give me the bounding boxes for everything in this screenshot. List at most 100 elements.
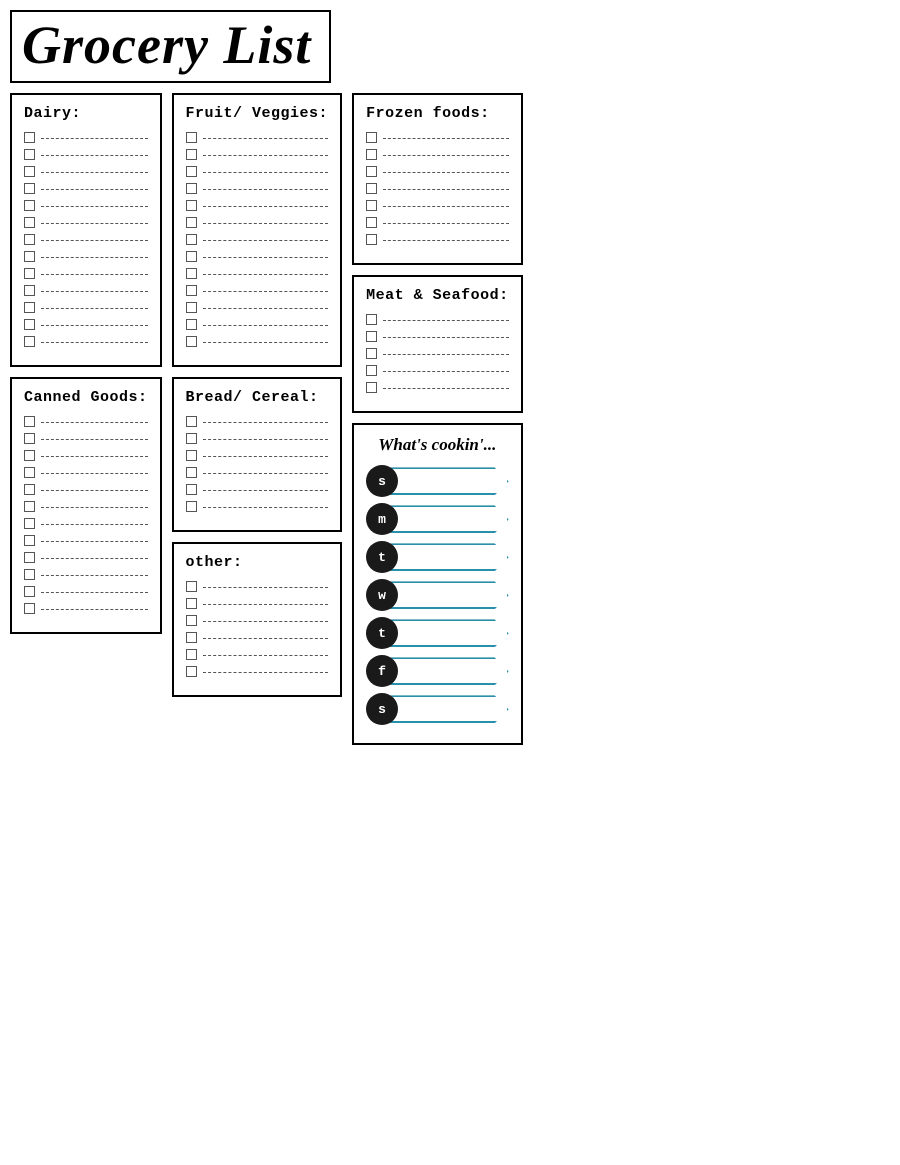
checkbox[interactable]	[186, 615, 197, 626]
checkbox[interactable]	[186, 467, 197, 478]
checkbox[interactable]	[24, 234, 35, 245]
checkbox[interactable]	[186, 632, 197, 643]
checkbox[interactable]	[186, 416, 197, 427]
checkbox[interactable]	[186, 484, 197, 495]
list-item[interactable]	[186, 251, 329, 262]
list-item[interactable]	[186, 319, 329, 330]
checkbox[interactable]	[186, 598, 197, 609]
checkbox[interactable]	[24, 552, 35, 563]
day-row[interactable]: f	[366, 655, 509, 687]
list-item[interactable]	[186, 302, 329, 313]
checkbox[interactable]	[186, 581, 197, 592]
list-item[interactable]	[24, 501, 148, 512]
checkbox[interactable]	[186, 217, 197, 228]
list-item[interactable]	[186, 649, 329, 660]
day-row[interactable]: t	[366, 617, 509, 649]
checkbox[interactable]	[24, 251, 35, 262]
list-item[interactable]	[186, 666, 329, 677]
list-item[interactable]	[366, 200, 509, 211]
checkbox[interactable]	[24, 535, 35, 546]
checkbox[interactable]	[186, 268, 197, 279]
checkbox[interactable]	[24, 416, 35, 427]
list-item[interactable]	[24, 569, 148, 580]
checkbox[interactable]	[186, 200, 197, 211]
checkbox[interactable]	[186, 666, 197, 677]
checkbox[interactable]	[24, 433, 35, 444]
day-row[interactable]: t	[366, 541, 509, 573]
list-item[interactable]	[186, 467, 329, 478]
checkbox[interactable]	[24, 268, 35, 279]
checkbox[interactable]	[24, 501, 35, 512]
checkbox[interactable]	[24, 302, 35, 313]
list-item[interactable]	[24, 132, 148, 143]
list-item[interactable]	[186, 285, 329, 296]
checkbox[interactable]	[186, 336, 197, 347]
checkbox[interactable]	[366, 132, 377, 143]
checkbox[interactable]	[24, 467, 35, 478]
list-item[interactable]	[366, 331, 509, 342]
list-item[interactable]	[24, 302, 148, 313]
list-item[interactable]	[24, 268, 148, 279]
checkbox[interactable]	[186, 183, 197, 194]
list-item[interactable]	[24, 433, 148, 444]
checkbox[interactable]	[366, 382, 377, 393]
checkbox[interactable]	[24, 518, 35, 529]
list-item[interactable]	[186, 501, 329, 512]
list-item[interactable]	[24, 200, 148, 211]
checkbox[interactable]	[186, 450, 197, 461]
checkbox[interactable]	[24, 336, 35, 347]
checkbox[interactable]	[366, 365, 377, 376]
checkbox[interactable]	[186, 234, 197, 245]
list-item[interactable]	[186, 433, 329, 444]
checkbox[interactable]	[24, 217, 35, 228]
list-item[interactable]	[24, 416, 148, 427]
checkbox[interactable]	[366, 200, 377, 211]
checkbox[interactable]	[24, 603, 35, 614]
checkbox[interactable]	[24, 484, 35, 495]
checkbox[interactable]	[366, 331, 377, 342]
list-item[interactable]	[24, 450, 148, 461]
list-item[interactable]	[366, 348, 509, 359]
checkbox[interactable]	[24, 319, 35, 330]
list-item[interactable]	[366, 149, 509, 160]
list-item[interactable]	[186, 615, 329, 626]
checkbox[interactable]	[186, 649, 197, 660]
list-item[interactable]	[186, 217, 329, 228]
list-item[interactable]	[366, 382, 509, 393]
list-item[interactable]	[186, 581, 329, 592]
list-item[interactable]	[24, 484, 148, 495]
list-item[interactable]	[24, 285, 148, 296]
checkbox[interactable]	[366, 217, 377, 228]
list-item[interactable]	[186, 234, 329, 245]
list-item[interactable]	[186, 416, 329, 427]
list-item[interactable]	[24, 251, 148, 262]
checkbox[interactable]	[186, 285, 197, 296]
day-row[interactable]: m	[366, 503, 509, 535]
list-item[interactable]	[186, 336, 329, 347]
list-item[interactable]	[186, 598, 329, 609]
checkbox[interactable]	[186, 501, 197, 512]
list-item[interactable]	[24, 166, 148, 177]
checkbox[interactable]	[24, 166, 35, 177]
day-row[interactable]: s	[366, 693, 509, 725]
list-item[interactable]	[366, 166, 509, 177]
checkbox[interactable]	[186, 433, 197, 444]
list-item[interactable]	[24, 217, 148, 228]
list-item[interactable]	[186, 132, 329, 143]
checkbox[interactable]	[24, 569, 35, 580]
checkbox[interactable]	[366, 314, 377, 325]
checkbox[interactable]	[24, 285, 35, 296]
list-item[interactable]	[186, 484, 329, 495]
checkbox[interactable]	[24, 183, 35, 194]
list-item[interactable]	[24, 149, 148, 160]
list-item[interactable]	[186, 183, 329, 194]
list-item[interactable]	[24, 183, 148, 194]
list-item[interactable]	[24, 319, 148, 330]
list-item[interactable]	[366, 234, 509, 245]
day-row[interactable]: s	[366, 465, 509, 497]
checkbox[interactable]	[24, 132, 35, 143]
list-item[interactable]	[186, 268, 329, 279]
list-item[interactable]	[366, 183, 509, 194]
checkbox[interactable]	[24, 586, 35, 597]
list-item[interactable]	[186, 200, 329, 211]
